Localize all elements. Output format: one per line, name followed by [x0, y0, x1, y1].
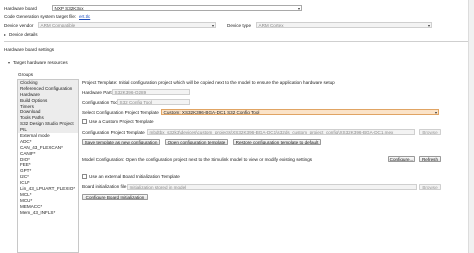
use-external-template-label: Use an external Board Initialization Tem… [89, 174, 180, 179]
device-details-toggle[interactable]: Device details [9, 32, 38, 37]
group-list-item[interactable]: Mem_43_INFLS* [18, 210, 78, 216]
save-template-button[interactable]: Save template as new configuration [82, 139, 160, 145]
group-list-item[interactable]: S32 Design Studio Project [18, 121, 78, 128]
target-resources-toggle[interactable]: Target hardware resources [13, 60, 68, 65]
config-tool-value: S32 Config Tool [119, 100, 152, 105]
page-scrollbar[interactable] [468, 0, 474, 253]
expand-triangle-icon[interactable]: ▸ [4, 32, 6, 37]
restore-template-button[interactable]: Restore configuration template to defaul… [233, 139, 321, 145]
chevron-down-icon: ▾ [297, 6, 300, 11]
collapse-triangle-icon[interactable]: ▾ [8, 60, 10, 65]
config-template-path-field[interactable]: mbdtbx_s32k3\devices\custom_projects\XS3… [147, 129, 415, 135]
config-template-label: Configuration Project Template [82, 129, 145, 135]
config-tool-label: Configuration Tool [82, 99, 119, 105]
settings-title: Hardware board settings [4, 47, 55, 52]
config-template-path-value: mbdtbx_s32k3\devices\custom_projects\XS3… [149, 130, 394, 135]
codegen-label: Code Generation system target file: [4, 14, 77, 19]
use-external-template-checkbox[interactable] [82, 174, 87, 179]
browse-template-button[interactable]: Browse [419, 129, 441, 135]
select-template-value: Custom: XS32K396-BGA-DC1 S32 Config Tool [163, 110, 260, 115]
open-template-button[interactable]: Open configuration template [165, 139, 228, 145]
select-template-dropdown[interactable]: Custom: XS32K396-BGA-DC1 S32 Config Tool… [161, 109, 439, 115]
chevron-down-icon: ▾ [434, 110, 437, 115]
device-vendor-label: Device vendor [4, 23, 34, 28]
refresh-button[interactable]: Refresh [419, 156, 441, 162]
configure-button[interactable]: Configure... [388, 156, 415, 162]
browse-board-init-button[interactable]: Browse [419, 183, 441, 190]
board-init-label: Board initialization file [82, 184, 127, 189]
chevron-down-icon: ▾ [427, 23, 430, 28]
groups-label: Groups [18, 72, 34, 77]
hardware-board-value: NXP S32K3xx [54, 6, 84, 11]
select-template-label: Select Configuration Project Template [82, 109, 159, 115]
device-type-select[interactable]: ARM Cortex ▾ [256, 22, 432, 28]
hardware-board-select[interactable]: NXP S32K3xx ▾ [52, 5, 302, 11]
codegen-link[interactable]: ert.tlc [79, 14, 90, 19]
groups-list: Clocking Referenced Configuration Hardware… [17, 79, 79, 253]
board-init-field[interactable]: Initialization stored in model [127, 183, 417, 190]
divider [4, 41, 470, 42]
group-list-item[interactable]: Referenced Configuration [18, 85, 78, 92]
device-vendor-select[interactable]: ARM Compatible ▾ [38, 22, 216, 28]
hardware-part-value: S32K396-Q289 [114, 90, 147, 95]
chevron-down-icon: ▾ [211, 23, 214, 28]
device-vendor-value: ARM Compatible [40, 23, 76, 28]
device-type-label: Device type [227, 23, 252, 28]
hardware-board-label: Hardware board [4, 6, 37, 11]
board-init-value: Initialization stored in model [129, 184, 187, 190]
use-custom-template-checkbox[interactable] [82, 119, 87, 124]
model-config-description: Model Configuration: Open the configurat… [82, 157, 313, 162]
template-description: Project Template: Initial configuration … [82, 80, 335, 85]
device-type-value: ARM Cortex [258, 23, 284, 28]
configure-board-init-button[interactable]: Configure Board Initialization [82, 193, 148, 200]
hardware-part-field: S32K396-Q289 [112, 89, 190, 95]
hardware-part-label: Hardware Part [82, 89, 112, 95]
use-custom-template-label: Use a Custom Project Template [89, 119, 154, 124]
config-tool-field: S32 Config Tool [117, 99, 190, 105]
